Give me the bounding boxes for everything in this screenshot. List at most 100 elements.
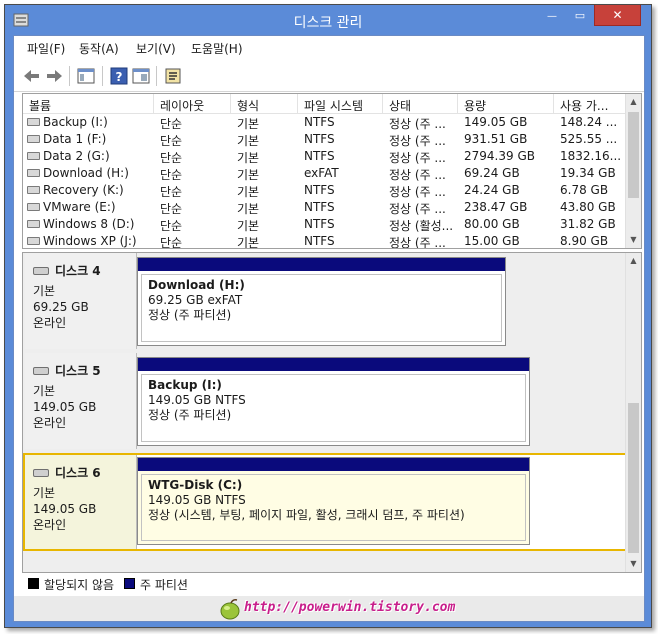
cell-filesystem: NTFS: [304, 132, 382, 146]
cell-layout: 단순: [160, 234, 230, 248]
volume-list-scrollbar[interactable]: ▲ ▼: [625, 94, 641, 248]
partition-status: 정상 (주 파티션): [148, 308, 232, 322]
partition-name: Download (H:): [148, 278, 245, 292]
column-header-layout[interactable]: 레이아웃: [154, 94, 231, 114]
cell-layout-text: 단순: [160, 151, 183, 165]
cell-type-text: 기본: [237, 117, 260, 131]
volume-icon: [27, 135, 40, 143]
help-icon[interactable]: ?: [109, 66, 129, 86]
console-tree-icon[interactable]: [76, 66, 96, 86]
cell-layout: 단순: [160, 166, 230, 183]
menu-help[interactable]: 도움말(H): [191, 40, 243, 57]
partition-block[interactable]: WTG-Disk (C:) 149.05 GB NTFS 정상 (시스템, 부팅…: [137, 457, 530, 545]
cell-volume-text: Backup (I:): [43, 115, 108, 129]
disk-row: 디스크 4 기본 69.25 GB 온라인 Download (H:) 69.2…: [23, 253, 627, 351]
properties-icon[interactable]: [131, 66, 151, 86]
cell-filesystem-text: NTFS: [304, 183, 335, 197]
column-header-filesystem[interactable]: 파일 시스템: [298, 94, 383, 114]
close-icon: ✕: [612, 8, 623, 22]
table-row[interactable]: Data 2 (G:) 단순 기본 NTFS 정상 (주 ... 2794.39 GB 18…: [23, 148, 627, 165]
cell-layout-text: 단순: [160, 134, 183, 148]
column-header-capacity[interactable]: 용량: [458, 94, 554, 114]
scroll-down-arrow-icon[interactable]: ▼: [626, 556, 641, 572]
table-row[interactable]: Windows XP (J:) 단순 기본 NTFS 정상 (주 ... 15.00 GB…: [23, 233, 627, 248]
cell-layout: 단순: [160, 132, 230, 149]
cell-type-text: 기본: [237, 185, 260, 199]
forward-arrow-icon[interactable]: [44, 66, 64, 86]
table-row[interactable]: Backup (I:) 단순 기본 NTFS 정상 (주 ... 149.05 GB 148…: [23, 114, 627, 131]
disk-label[interactable]: 디스크 6 기본 149.05 GB 온라인: [25, 455, 137, 549]
cell-volume: Windows XP (J:): [27, 234, 152, 248]
cell-free-space-text: 43.80 GB: [560, 200, 616, 214]
hard-disk-icon: [33, 267, 49, 275]
minimize-icon: —: [547, 11, 557, 22]
disk-row: 디스크 5 기본 149.05 GB 온라인 Backup (I:) 149.0…: [23, 353, 627, 451]
cell-type-text: 기본: [237, 151, 260, 165]
cell-capacity: 69.24 GB: [464, 166, 552, 180]
cell-status: 정상 (주 ...: [389, 166, 457, 183]
scrollbar-thumb[interactable]: [628, 112, 639, 198]
partition-header-bar: [138, 458, 529, 471]
back-arrow-icon[interactable]: [22, 66, 42, 86]
partition-info: WTG-Disk (C:) 149.05 GB NTFS 정상 (시스템, 부팅…: [141, 474, 526, 541]
partition-header-bar: [138, 258, 505, 271]
scroll-down-arrow-icon[interactable]: ▼: [626, 232, 641, 248]
menu-action[interactable]: 동작(A): [79, 40, 119, 57]
menu-file[interactable]: 파일(F): [27, 40, 65, 57]
cell-layout-text: 단순: [160, 202, 183, 216]
cell-type: 기본: [237, 149, 297, 166]
volume-list-header: 볼륨 레이아웃 형식 파일 시스템 상태 용량 사용 가...: [23, 94, 627, 114]
partition-detail: 69.25 GB exFAT: [148, 293, 243, 307]
hard-disk-icon: [33, 367, 49, 375]
table-row[interactable]: Data 1 (F:) 단순 기본 NTFS 정상 (주 ... 931.51 GB 525…: [23, 131, 627, 148]
disk-settings-icon[interactable]: [163, 66, 183, 86]
cell-filesystem: NTFS: [304, 183, 382, 197]
cell-free-space: 31.82 GB: [560, 217, 626, 231]
maximize-button[interactable]: ▭: [566, 5, 594, 26]
cell-volume-text: Data 2 (G:): [43, 149, 110, 163]
column-header-volume[interactable]: 볼륨: [23, 94, 154, 114]
title-bar[interactable]: 디스크 관리 — ▭ ✕: [5, 5, 651, 35]
cell-volume: VMware (E:): [27, 200, 152, 214]
table-row[interactable]: Recovery (K:) 단순 기본 NTFS 정상 (주 ... 24.24 GB 6.…: [23, 182, 627, 199]
partition-block[interactable]: Backup (I:) 149.05 GB NTFS 정상 (주 파티션): [137, 357, 530, 446]
cell-type: 기본: [237, 132, 297, 149]
volume-icon: [27, 186, 40, 194]
cell-capacity-text: 24.24 GB: [464, 183, 520, 197]
disk-graph-scrollbar[interactable]: ▲ ▼: [625, 253, 641, 572]
column-header-type[interactable]: 형식: [231, 94, 298, 114]
partition-block[interactable]: Download (H:) 69.25 GB exFAT 정상 (주 파티션): [137, 257, 506, 346]
cell-free-space: 19.34 GB: [560, 166, 626, 180]
close-button[interactable]: ✕: [594, 5, 641, 26]
cell-type-text: 기본: [237, 202, 260, 216]
disk-label[interactable]: 디스크 4 기본 69.25 GB 온라인: [25, 253, 137, 349]
cell-free-space: 148.24 ...: [560, 115, 626, 129]
disk-title: 디스크 6: [55, 466, 101, 480]
table-row[interactable]: Download (H:) 단순 기본 exFAT 정상 (주 ... 69.24 GB 1…: [23, 165, 627, 182]
column-header-free-space[interactable]: 사용 가...: [554, 94, 627, 114]
cell-free-space-text: 31.82 GB: [560, 217, 616, 231]
cell-free-space: 6.78 GB: [560, 183, 626, 197]
cell-volume-text: Windows XP (J:): [43, 234, 137, 248]
toolbar-separator: [156, 66, 157, 86]
cell-layout-text: 단순: [160, 117, 183, 131]
legend: 할당되지 않음 주 파티션: [22, 574, 642, 594]
table-row[interactable]: Windows 8 (D:) 단순 기본 NTFS 정상 (활성... 80.00 GB 3…: [23, 216, 627, 233]
table-row[interactable]: VMware (E:) 단순 기본 NTFS 정상 (주 ... 238.47 GB 43.…: [23, 199, 627, 216]
cell-capacity-text: 15.00 GB: [464, 234, 520, 248]
column-header-status[interactable]: 상태: [383, 94, 458, 114]
cell-filesystem: exFAT: [304, 166, 382, 180]
disk-label[interactable]: 디스크 5 기본 149.05 GB 온라인: [25, 353, 137, 449]
minimize-button[interactable]: —: [538, 5, 566, 26]
cell-volume: Download (H:): [27, 166, 152, 180]
cell-volume-text: Recovery (K:): [43, 183, 124, 197]
disk-title: 디스크 4: [55, 264, 101, 278]
cell-free-space-text: 19.34 GB: [560, 166, 616, 180]
menu-view[interactable]: 보기(V): [136, 40, 176, 57]
scrollbar-thumb[interactable]: [628, 403, 639, 553]
scroll-up-arrow-icon[interactable]: ▲: [626, 253, 641, 269]
cell-status-text: 정상 (주 ...: [389, 185, 446, 199]
legend-primary-label: 주 파티션: [140, 578, 188, 592]
maximize-icon: ▭: [574, 9, 586, 22]
scroll-up-arrow-icon[interactable]: ▲: [626, 94, 641, 110]
